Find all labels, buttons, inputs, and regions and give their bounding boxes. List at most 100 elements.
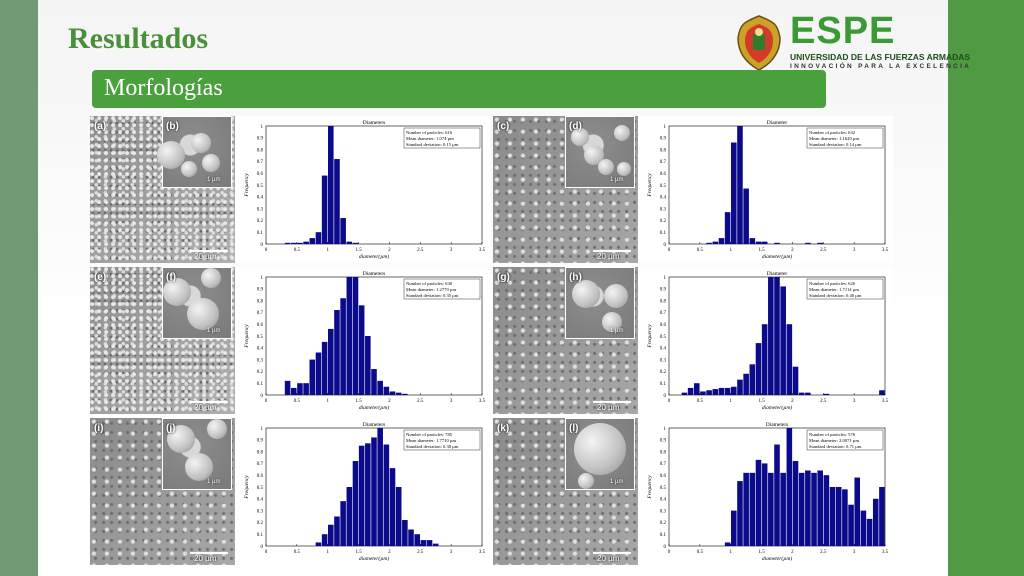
- histogram-bar: [284, 380, 291, 395]
- x-tick-label: 3.5: [479, 399, 486, 404]
- particle-bead: [572, 280, 600, 308]
- inset-scale-label: 1 µm: [207, 479, 221, 485]
- histogram-bar: [798, 392, 805, 395]
- histogram-bar: [866, 518, 873, 546]
- y-tick-label: 0.7: [257, 311, 264, 316]
- y-tick-label: 0.4: [257, 196, 264, 201]
- sem-inset-image: (l) 1 µm: [565, 418, 635, 490]
- section-subtitle: Morfologías: [104, 75, 223, 101]
- stats-line: Standard deviation: 0.38 µm: [406, 444, 459, 449]
- y-tick-label: 0.5: [257, 486, 264, 491]
- inset-scale-label: 1 µm: [610, 177, 624, 183]
- y-tick-label: 0.4: [660, 498, 667, 503]
- x-tick-label: 1.5: [758, 399, 765, 404]
- y-tick-label: 0.5: [660, 335, 667, 340]
- inset-scale-label: 1 µm: [610, 479, 624, 485]
- histogram-bar: [346, 487, 353, 546]
- particle-bead: [185, 453, 213, 481]
- histogram-bar: [377, 428, 383, 546]
- y-tick-label: 0.4: [660, 347, 667, 352]
- figure-panel: (k) (l) 1 µm 20 µm 0 0.5 1 1.5 2 2.5 3 3.5 0 0.1 0.2 0.…: [493, 418, 893, 565]
- inset-scale-label: 1 µm: [207, 328, 221, 334]
- histogram-bar: [823, 393, 830, 395]
- stats-line: Standard deviation: 0.35 µm: [406, 293, 459, 298]
- diameter-histogram: 0 0.5 1 1.5 2 2.5 3 3.500.10.20.30.40.50.60.70.…: [643, 267, 893, 414]
- sem-image: (e) (f) 1 µm 20 µm: [90, 267, 235, 414]
- histogram-bar: [798, 472, 805, 546]
- histogram-bar: [371, 369, 377, 395]
- figure-panel: (c) (d) 1 µm 20 µm 0 0.5 1 1.5 2 2.5 3 3.5 0 0.1 0.2 0.…: [493, 116, 893, 263]
- histogram-bar: [737, 126, 743, 244]
- sem-inset-image: (j) 1 µm: [162, 418, 232, 490]
- diameter-histogram: 0 0.5 1 1.5 2 2.5 3 3.500.10.20.30.40.50.60.70.…: [240, 267, 490, 414]
- y-tick-label: 0.1: [660, 382, 667, 387]
- stats-line: Standard deviation: 0.71 µm: [809, 444, 862, 449]
- y-tick-label: 0.8: [660, 299, 667, 304]
- x-tick-label: 2.5: [417, 248, 424, 253]
- histogram-bar: [860, 510, 867, 546]
- histogram-bar: [352, 242, 359, 244]
- logo-wordmark: ESPE: [790, 10, 896, 52]
- histogram-bar: [321, 341, 328, 395]
- histogram-bar: [383, 444, 390, 546]
- x-axis-label: diameter(µm): [762, 404, 793, 411]
- histogram-bar: [749, 364, 756, 395]
- y-tick-label: 0.7: [257, 462, 264, 467]
- chart-title: Diameters: [363, 422, 386, 428]
- particle-bead: [614, 125, 630, 141]
- y-tick-label: 0.3: [257, 358, 264, 363]
- histogram-bar: [358, 445, 365, 546]
- sem-panel-label: (c): [497, 121, 510, 132]
- histogram-bar: [303, 383, 309, 395]
- histogram-bar: [365, 336, 371, 395]
- chart-title: Diameter: [767, 271, 788, 277]
- histogram-bar: [284, 242, 291, 244]
- y-tick-label: 0.3: [257, 509, 264, 514]
- histogram-bar: [780, 472, 786, 546]
- x-tick-label: 0.5: [294, 248, 301, 253]
- inset-panel-label: (f): [166, 272, 176, 283]
- histogram-bar: [842, 489, 848, 546]
- histogram-bar: [395, 487, 402, 546]
- histogram-bar: [755, 459, 762, 546]
- y-tick-label: 0.2: [660, 219, 667, 224]
- particle-bead: [191, 133, 211, 153]
- y-tick-label: 0.9: [660, 439, 667, 444]
- logo-university: UNIVERSIDAD DE LAS FUERZAS ARMADAS: [790, 52, 971, 62]
- histogram-bar: [774, 277, 780, 395]
- histogram-bar: [706, 390, 712, 395]
- histogram-bar: [700, 391, 706, 395]
- histogram-bar: [774, 242, 780, 244]
- x-tick-label: 0.5: [294, 550, 301, 555]
- histogram-bar: [352, 277, 359, 395]
- sem-inset-image: (h) 1 µm: [565, 267, 635, 339]
- histogram-bar: [712, 241, 719, 244]
- y-tick-label: 0.7: [660, 160, 667, 165]
- y-tick-label: 0.1: [257, 231, 264, 236]
- y-axis-label: Frequency: [647, 324, 653, 349]
- diameter-histogram: 0 0.5 1 1.5 2 2.5 3 3.500.10.20.30.40.50.60.70.…: [643, 418, 893, 565]
- histogram-bar: [848, 504, 854, 546]
- histogram-bar: [731, 386, 737, 395]
- histogram-bar: [328, 524, 334, 546]
- figure-panel: (a) (b) 1 µm 20 µm 0 0.5 1 1.5 2 2.5 3 3.5 0 0.1 0.2 0.…: [90, 116, 490, 263]
- sem-image: (g) (h) 1 µm 20 µm: [493, 267, 638, 414]
- histogram-bar: [383, 386, 390, 395]
- y-tick-label: 0.6: [660, 474, 667, 479]
- histogram-bar: [829, 487, 836, 546]
- y-axis-label: Frequency: [244, 475, 250, 500]
- x-tick-label: 3.5: [882, 550, 889, 555]
- y-tick-label: 0.6: [660, 172, 667, 177]
- x-tick-label: 1.5: [758, 248, 765, 253]
- histogram-bar: [805, 242, 811, 244]
- chart-title: Diameters: [363, 120, 386, 126]
- stats-line: Mean diameter: 1.7710 µm: [406, 438, 457, 443]
- histogram-bar: [811, 472, 817, 546]
- histogram-bar: [724, 542, 731, 546]
- histogram-bar: [328, 126, 334, 244]
- histogram-bar: [693, 383, 700, 395]
- y-tick-label: 0.5: [257, 335, 264, 340]
- histogram-bar: [761, 324, 768, 395]
- stats-line: Number of particles: 616: [406, 130, 453, 135]
- histogram-bar: [724, 212, 731, 244]
